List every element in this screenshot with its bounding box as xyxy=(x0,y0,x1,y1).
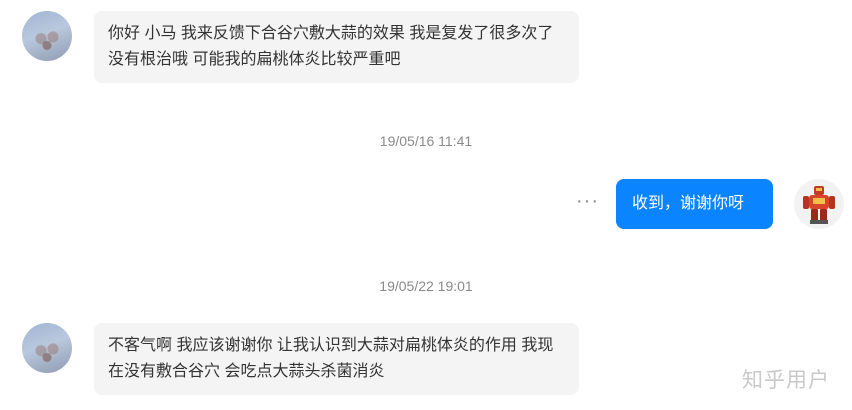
tree-photo-icon xyxy=(32,337,62,371)
message-text: 收到，谢谢你呀 xyxy=(632,195,745,212)
more-options-icon[interactable]: ··· xyxy=(576,190,599,213)
watermark: 知乎用户 xyxy=(742,369,830,392)
message-bubble-outgoing: 收到，谢谢你呀 xyxy=(616,179,773,229)
timestamp: 19/05/16 11:41 xyxy=(379,133,473,149)
tree-photo-icon xyxy=(32,25,62,59)
message-bubble-incoming: 你好 小马 我来反馈下合谷穴敷大蒜的效果 我是复发了很多次了 没有根治哦 可能我… xyxy=(94,11,579,83)
timestamp: 19/05/22 19:01 xyxy=(379,278,473,294)
message-bubble-incoming: 不客气啊 我应该谢谢你 让我认识到大蒜对扁桃体炎的作用 我现在没有敷合谷穴 会吃… xyxy=(94,323,579,395)
user-avatar[interactable] xyxy=(794,179,844,229)
robot-figure-icon xyxy=(803,186,835,224)
message-text: 不客气啊 我应该谢谢你 让我认识到大蒜对扁桃体炎的作用 我现在没有敷合谷穴 会吃… xyxy=(108,337,554,380)
message-text: 你好 小马 我来反馈下合谷穴敷大蒜的效果 我是复发了很多次了 没有根治哦 可能我… xyxy=(108,25,554,68)
contact-avatar[interactable] xyxy=(22,323,72,373)
contact-avatar[interactable] xyxy=(22,11,72,61)
